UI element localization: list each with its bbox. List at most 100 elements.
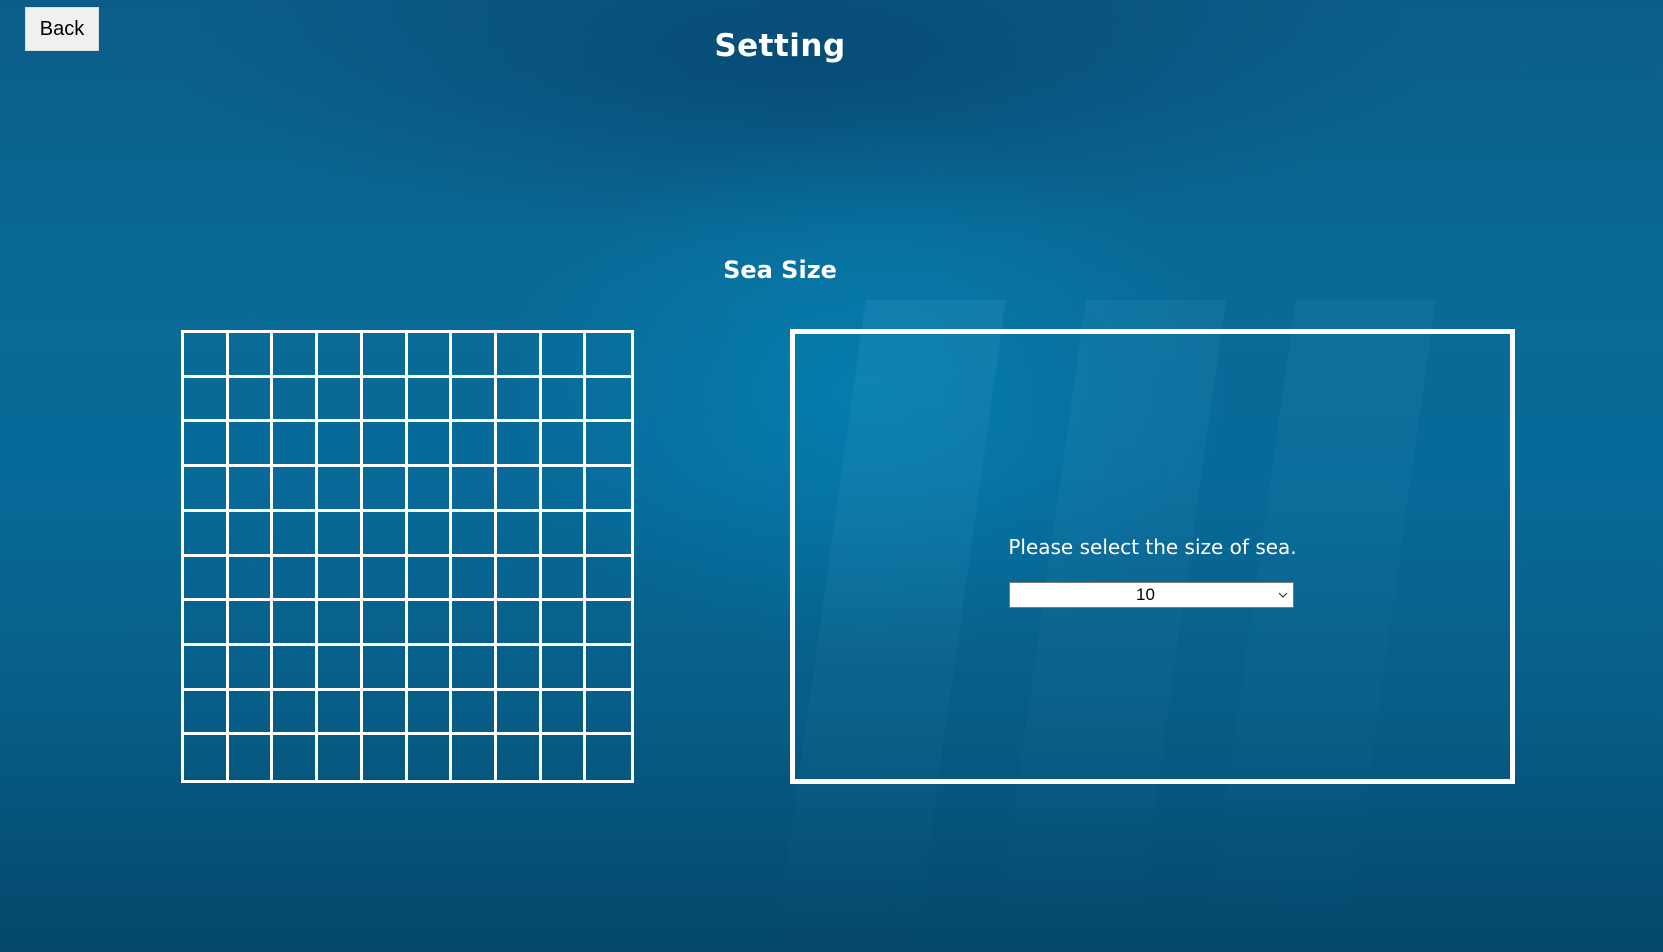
sea-grid-cell [362,467,408,512]
sea-grid-cell [541,333,587,378]
sea-grid-cell [184,735,229,780]
sea-grid-preview [181,330,634,783]
sea-grid-cell [318,422,363,468]
sea-grid-cell [318,467,363,512]
sea-grid-cell [407,467,453,512]
sea-grid-cell [496,467,542,512]
sea-grid-cell [184,645,229,691]
sea-grid-cell [541,645,587,691]
sea-grid-cell [541,556,587,602]
sea-grid-cell [586,601,631,646]
sea-grid-cell [452,333,497,378]
sea-grid-cell [318,556,363,602]
sea-grid-cell [362,511,408,557]
sea-grid-cell [318,601,363,646]
sea-grid-cell [496,377,542,423]
sea-grid-cell [228,333,274,378]
sea-grid-cell [318,735,363,780]
sea-grid-cell [273,422,319,468]
sea-grid-cell [228,601,274,646]
sea-grid-cell [407,556,453,602]
sea-grid-cell [273,333,319,378]
sea-grid-cell [184,377,229,423]
sea-grid-cell [586,691,631,736]
sea-grid-cell [363,735,408,780]
sea-grid-cell [452,690,497,736]
sea-grid-cell [318,511,363,557]
chevron-down-icon [1273,583,1293,607]
sea-grid-cell [541,377,587,423]
sea-grid-cell [407,511,453,557]
sea-grid-cell [318,645,363,691]
sea-grid-cell [184,511,229,557]
sea-grid-cell [273,467,319,512]
sea-grid-cell [452,377,497,423]
sea-grid-cell [228,511,274,557]
sea-grid-cell [586,467,631,512]
sea-grid-cell [407,422,453,468]
sea-grid-cell [228,690,274,736]
sea-grid-cell [496,511,542,557]
sea-grid-cell [497,735,542,780]
sea-grid-cell [273,511,319,557]
sea-grid-cell [273,556,319,602]
sea-grid-cell [184,467,229,512]
sea-grid-cell [496,601,542,646]
sea-grid-cell [541,511,587,557]
sea-grid-cell [586,557,631,602]
sea-grid-cell [496,690,542,736]
sea-grid-cell [273,601,319,646]
sea-grid-cell [452,601,497,646]
sea-grid-cell [228,556,274,602]
sea-grid-cell [184,333,229,378]
sea-grid-cell [586,735,631,780]
sea-grid-cell [586,378,631,423]
sea-grid-cell [452,467,497,512]
sea-grid-cell [407,645,453,691]
sea-grid-cell [184,422,229,468]
sea-grid-cell [542,735,587,780]
sea-grid-cell [362,556,408,602]
sea-grid-cell [452,735,497,780]
sea-grid-cell [496,556,542,602]
sea-grid-cell [229,735,274,780]
size-prompt: Please select the size of sea. [1008,535,1297,559]
sea-grid-cell [452,645,497,691]
sea-grid-cell [407,601,453,646]
sea-grid-cell [362,690,408,736]
sea-size-heading: Sea Size [723,256,837,284]
sea-grid-cell [184,690,229,736]
sea-grid-cell [228,377,274,423]
sea-size-selected-value: 10 [1136,585,1155,604]
sea-grid-cell [362,645,408,691]
sea-grid-cell [228,467,274,512]
sea-size-select[interactable]: 10 [1009,582,1294,608]
sea-grid-cell [541,422,587,468]
sea-grid-cell [452,556,497,602]
sea-grid-cell [408,735,453,780]
sea-grid-cell [407,690,453,736]
sea-grid-cell [586,512,631,557]
sea-grid-cell [362,333,408,378]
sea-grid-cell [362,601,408,646]
sea-grid-cell [452,511,497,557]
page-title: Setting [714,28,846,64]
sea-grid-cell [318,333,363,378]
sea-grid-cell [273,377,319,423]
sea-grid-cell [228,645,274,691]
sea-grid-cell [586,333,631,378]
sea-grid-cell [184,601,229,646]
sea-grid-cell [541,601,587,646]
sea-grid-cell [318,690,363,736]
sea-grid-cell [362,422,408,468]
sea-grid-cell [273,735,319,780]
sea-grid-cell [318,377,363,423]
sea-grid-cell [541,467,587,512]
sea-grid-cell [586,646,631,691]
sea-grid-cell [407,377,453,423]
sea-grid-cell [452,422,497,468]
sea-grid-cell [228,422,274,468]
sea-grid-cell [362,377,408,423]
sea-size-panel: Please select the size of sea. 10 [790,329,1515,784]
sea-grid-cell [407,333,453,378]
